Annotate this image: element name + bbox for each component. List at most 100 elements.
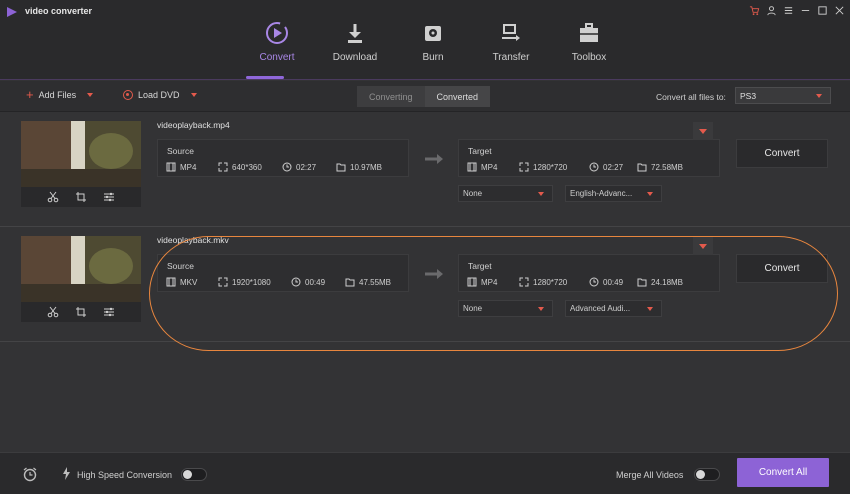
user-icon[interactable] bbox=[765, 4, 778, 17]
minimize-icon[interactable] bbox=[799, 4, 812, 17]
source-duration: 02:27 bbox=[282, 162, 336, 172]
convert-all-to-label: Convert all files to: bbox=[656, 92, 726, 102]
chevron-down-icon[interactable] bbox=[190, 93, 197, 97]
source-duration-value: 00:49 bbox=[305, 277, 326, 287]
toggle-knob bbox=[696, 470, 705, 479]
nav-toolbox[interactable]: Toolbox bbox=[550, 20, 628, 76]
nav-burn-label: Burn bbox=[422, 52, 444, 63]
cart-icon[interactable] bbox=[748, 4, 761, 17]
chevron-down-icon bbox=[538, 307, 544, 311]
convert-button[interactable]: Convert bbox=[736, 254, 828, 283]
nav-download[interactable]: Download bbox=[316, 20, 394, 76]
scissors-icon[interactable] bbox=[47, 191, 59, 203]
target-format: MP4 bbox=[467, 277, 519, 287]
source-label: Source bbox=[167, 261, 194, 271]
scissors-icon[interactable] bbox=[47, 306, 59, 318]
chevron-down-icon bbox=[816, 94, 822, 98]
toolbox-icon bbox=[580, 23, 598, 42]
merge-all-videos-label: Merge All Videos bbox=[616, 470, 684, 480]
nav-burn[interactable]: Burn bbox=[394, 20, 472, 76]
high-speed-conversion-label: High Speed Conversion bbox=[77, 470, 173, 480]
burn-icon bbox=[425, 26, 441, 41]
target-label: Target bbox=[468, 146, 492, 156]
crop-icon[interactable] bbox=[75, 191, 87, 203]
thumbnail-image bbox=[21, 236, 141, 302]
video-thumbnail[interactable] bbox=[21, 236, 141, 322]
target-format-dropdown[interactable] bbox=[693, 122, 713, 140]
target-duration-value: 02:27 bbox=[603, 162, 624, 172]
target-info: MP4 1280*720 00:49 24.18MB bbox=[467, 277, 683, 287]
crop-icon[interactable] bbox=[75, 306, 87, 318]
thumbnail-tools bbox=[21, 187, 141, 207]
add-files-label: Add Files bbox=[38, 90, 77, 100]
source-format-value: MP4 bbox=[180, 162, 197, 172]
film-icon bbox=[166, 162, 176, 172]
folder-icon bbox=[345, 278, 355, 287]
target-panel[interactable]: Target MP4 1280*720 02:27 72.58MB bbox=[458, 139, 720, 177]
chevron-down-icon bbox=[699, 244, 707, 249]
toggle-knob bbox=[183, 470, 192, 479]
subtitle-select[interactable]: None bbox=[458, 300, 553, 317]
subtitle-select[interactable]: None bbox=[458, 185, 553, 202]
convert-all-to-select[interactable]: PS3 bbox=[735, 87, 831, 104]
view-tabs: Converting Converted bbox=[357, 86, 491, 107]
high-speed-toggle[interactable] bbox=[181, 468, 207, 481]
source-resolution-value: 640*360 bbox=[232, 162, 262, 172]
source-format: MKV bbox=[166, 277, 218, 287]
source-format-value: MKV bbox=[180, 277, 198, 287]
main-nav: Convert Download Burn Transfer Toolbox bbox=[238, 20, 628, 76]
load-dvd-button[interactable]: Load DVD bbox=[123, 90, 197, 100]
clock-icon bbox=[291, 277, 301, 287]
source-duration-value: 02:27 bbox=[296, 162, 317, 172]
chevron-down-icon bbox=[699, 129, 707, 134]
tab-converting[interactable]: Converting bbox=[357, 86, 425, 107]
dvd-icon bbox=[123, 90, 133, 100]
convert-icon bbox=[266, 22, 288, 44]
folder-icon bbox=[637, 278, 647, 287]
nav-convert-label: Convert bbox=[259, 52, 295, 63]
effects-icon[interactable] bbox=[103, 306, 115, 318]
audio-track-value: Advanced Audi... bbox=[570, 304, 631, 313]
source-info: MP4 640*360 02:27 10.97MB bbox=[166, 162, 382, 172]
window-controls bbox=[748, 4, 846, 17]
folder-icon bbox=[637, 163, 647, 172]
maximize-icon[interactable] bbox=[816, 4, 829, 17]
target-panel[interactable]: Target MP4 1280*720 00:49 24.18MB bbox=[458, 254, 720, 292]
convert-button[interactable]: Convert bbox=[736, 139, 828, 168]
source-resolution-value: 1920*1080 bbox=[232, 277, 271, 287]
source-resolution: 640*360 bbox=[218, 162, 282, 172]
menu-icon[interactable] bbox=[782, 4, 795, 17]
nav-toolbox-label: Toolbox bbox=[571, 52, 607, 63]
audio-track-value: English-Advanc... bbox=[570, 189, 633, 198]
nav-convert[interactable]: Convert bbox=[238, 20, 316, 76]
close-icon[interactable] bbox=[833, 4, 846, 17]
target-info: MP4 1280*720 02:27 72.58MB bbox=[467, 162, 683, 172]
chevron-down-icon[interactable] bbox=[87, 93, 94, 97]
film-icon bbox=[166, 277, 176, 287]
file-name: videoplayback.mp4 bbox=[157, 120, 230, 130]
chevron-down-icon bbox=[538, 192, 544, 196]
target-format-dropdown[interactable] bbox=[693, 237, 713, 255]
target-label: Target bbox=[468, 261, 492, 271]
add-files-button[interactable]: + Add Files bbox=[26, 88, 94, 101]
target-resolution: 1280*720 bbox=[519, 277, 589, 287]
clock-icon bbox=[589, 162, 599, 172]
video-thumbnail[interactable] bbox=[21, 121, 141, 207]
lightning-icon bbox=[63, 467, 70, 480]
app-title: video converter bbox=[25, 6, 93, 16]
audio-track-select[interactable]: Advanced Audi... bbox=[565, 300, 662, 317]
tab-converted[interactable]: Converted bbox=[424, 86, 491, 107]
chevron-down-icon bbox=[647, 192, 653, 196]
nav-transfer[interactable]: Transfer bbox=[472, 20, 550, 76]
convert-all-button[interactable]: Convert All bbox=[737, 458, 829, 487]
audio-track-select[interactable]: English-Advanc... bbox=[565, 185, 662, 202]
target-resolution-value: 1280*720 bbox=[533, 162, 568, 172]
merge-all-toggle[interactable] bbox=[694, 468, 720, 481]
toolbar: + Add Files Load DVD Converting Converte… bbox=[0, 81, 850, 112]
bottom-bar: High Speed Conversion Merge All Videos C… bbox=[0, 452, 850, 494]
effects-icon[interactable] bbox=[103, 191, 115, 203]
target-format-value: MP4 bbox=[481, 277, 498, 287]
alarm-clock-icon[interactable] bbox=[22, 466, 38, 482]
target-duration: 02:27 bbox=[589, 162, 637, 172]
target-size: 24.18MB bbox=[637, 277, 683, 287]
